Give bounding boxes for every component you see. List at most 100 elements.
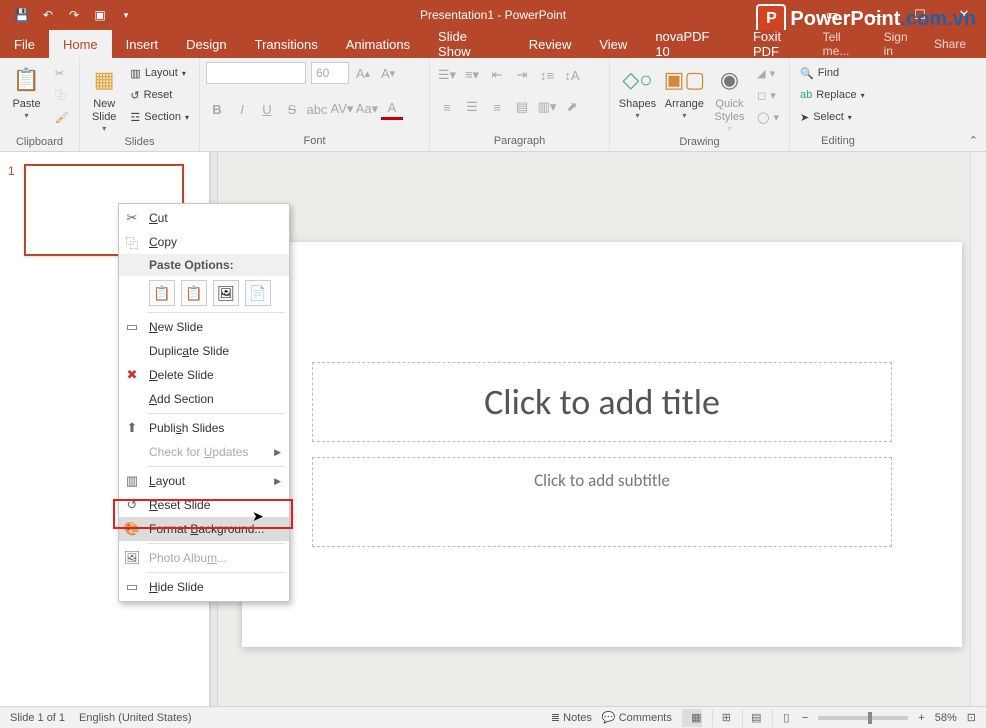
find-button[interactable]: 🔍Find [796, 62, 869, 84]
align-center-icon[interactable]: ☰ [461, 96, 483, 118]
ctx-cut[interactable]: ✂Cut [119, 206, 289, 230]
ctx-publish-slides[interactable]: ⬆Publish Slides [119, 416, 289, 440]
ctx-layout[interactable]: ▥Layout▶ [119, 469, 289, 493]
reset-button[interactable]: ↺Reset [126, 84, 193, 106]
paste-dest-theme-icon[interactable]: 📋 [149, 280, 175, 306]
ctx-copy[interactable]: ⿻Copy [119, 230, 289, 254]
ctx-hide-slide[interactable]: ▭Hide Slide [119, 575, 289, 599]
format-painter-button[interactable]: 🖌 [51, 106, 73, 128]
tab-transitions[interactable]: Transitions [241, 30, 332, 58]
shape-fill-button[interactable]: ◢▾ [753, 62, 783, 84]
comments-toggle[interactable]: 💬 Comments [602, 711, 672, 724]
status-language[interactable]: English (United States) [79, 712, 192, 724]
quick-styles-button[interactable]: ◉ Quick Styles ▾ [710, 62, 749, 134]
tell-me-text[interactable]: Tell me... [823, 30, 868, 58]
new-slide-button[interactable]: ▦ New Slide ▾ [86, 62, 122, 134]
tab-insert[interactable]: Insert [112, 30, 173, 58]
ctx-delete-slide[interactable]: ✖Delete Slide [119, 363, 289, 387]
copy-button[interactable]: ⿻ [51, 84, 73, 106]
tab-file[interactable]: File [0, 30, 49, 58]
tab-review[interactable]: Review [515, 30, 586, 58]
section-button[interactable]: ☲Section ▾ [126, 106, 193, 128]
tab-foxit[interactable]: Foxit PDF [739, 30, 823, 58]
zoom-level[interactable]: 58% [935, 712, 957, 724]
subtitle-placeholder[interactable]: Click to add subtitle [312, 457, 892, 547]
slide-editor-area[interactable]: Click to add title Click to add subtitle [218, 152, 986, 706]
decrease-font-icon[interactable]: A▾ [377, 62, 399, 84]
reset-icon: ↺ [130, 89, 139, 102]
paste-picture-icon[interactable]: 🖼 [213, 280, 239, 306]
slide-canvas[interactable]: Click to add title Click to add subtitle [242, 242, 962, 647]
underline-icon[interactable]: U [256, 98, 278, 120]
slide-sorter-view-icon[interactable]: ⊞ [712, 709, 732, 727]
font-color-icon[interactable]: A [381, 98, 403, 120]
shape-effects-button[interactable]: ◯▾ [753, 106, 783, 128]
arrange-button[interactable]: ▣▢ Arrange ▾ [663, 62, 706, 134]
select-button[interactable]: ➤Select ▾ [796, 106, 869, 128]
italic-icon[interactable]: I [231, 98, 253, 120]
tab-view[interactable]: View [585, 30, 641, 58]
zoom-out-icon[interactable]: − [802, 712, 808, 724]
replace-button[interactable]: abReplace ▾ [796, 84, 869, 106]
shape-outline-button[interactable]: ◻▾ [753, 84, 783, 106]
zoom-in-icon[interactable]: + [918, 712, 924, 724]
tab-animations[interactable]: Animations [332, 30, 424, 58]
notes-toggle[interactable]: ≣ Notes [551, 711, 592, 724]
ctx-duplicate-slide[interactable]: Duplicate Slide [119, 339, 289, 363]
reading-view-icon[interactable]: ▤ [742, 709, 762, 727]
paste-keep-source-icon[interactable]: 📋 [181, 280, 207, 306]
normal-view-icon[interactable]: ▦ [682, 709, 702, 727]
fit-to-window-icon[interactable]: ⊡ [967, 711, 976, 724]
align-left-icon[interactable]: ≡ [436, 96, 458, 118]
group-label-paragraph: Paragraph [436, 133, 603, 149]
font-family-input[interactable] [206, 62, 306, 84]
undo-icon[interactable]: ↶ [36, 3, 60, 27]
increase-indent-icon[interactable]: ⇥ [511, 64, 533, 86]
vertical-scrollbar[interactable] [970, 152, 986, 706]
qat-customize-icon[interactable]: ▾ [114, 3, 138, 27]
decrease-indent-icon[interactable]: ⇤ [486, 64, 508, 86]
collapse-ribbon-icon[interactable]: ⌃ [969, 134, 978, 147]
paste-text-only-icon[interactable]: 📄 [245, 280, 271, 306]
paste-button[interactable]: 📋 Paste ▾ [6, 62, 47, 134]
tab-slideshow[interactable]: Slide Show [424, 30, 515, 58]
strikethrough-icon[interactable]: S [281, 98, 303, 120]
title-placeholder[interactable]: Click to add title [312, 362, 892, 442]
zoom-slider[interactable] [818, 716, 908, 720]
bullets-icon[interactable]: ☰▾ [436, 64, 458, 86]
shadow-icon[interactable]: abc [306, 98, 328, 120]
save-icon[interactable]: 💾 [10, 3, 34, 27]
ctx-reset-slide[interactable]: ↺Reset Slide [119, 493, 289, 517]
tab-novapdf[interactable]: novaPDF 10 [641, 30, 739, 58]
ctx-add-section[interactable]: Add Section [119, 387, 289, 411]
redo-icon[interactable]: ↷ [62, 3, 86, 27]
justify-icon[interactable]: ▤ [511, 96, 533, 118]
start-from-beginning-icon[interactable]: ▣ [88, 3, 112, 27]
numbering-icon[interactable]: ≡▾ [461, 64, 483, 86]
shapes-button[interactable]: ◇○ Shapes ▾ [616, 62, 659, 134]
ctx-format-background[interactable]: 🎨Format Background... [119, 517, 289, 541]
bold-icon[interactable]: B [206, 98, 228, 120]
smartart-icon[interactable]: ⬈ [561, 96, 583, 118]
slideshow-view-icon[interactable]: ▯ [772, 709, 792, 727]
sign-in-link[interactable]: Sign in [884, 30, 918, 58]
delete-icon: ✖ [123, 366, 141, 384]
status-slide-info[interactable]: Slide 1 of 1 [10, 712, 65, 724]
font-size-input[interactable]: 60 [311, 62, 349, 84]
align-right-icon[interactable]: ≡ [486, 96, 508, 118]
tab-design[interactable]: Design [172, 30, 240, 58]
increase-font-icon[interactable]: A▴ [352, 62, 374, 84]
change-case-icon[interactable]: Aa▾ [356, 98, 378, 120]
window-title: Presentation1 - PowerPoint [420, 8, 566, 22]
ctx-new-slide[interactable]: ▭New Slide [119, 315, 289, 339]
layout-button[interactable]: ▥Layout ▾ [126, 62, 193, 84]
tab-home[interactable]: Home [49, 30, 112, 58]
brush-icon: 🖌 [55, 111, 69, 124]
line-spacing-icon[interactable]: ↕≡ [536, 64, 558, 86]
quick-access-toolbar: 💾 ↶ ↷ ▣ ▾ [0, 3, 138, 27]
text-direction-icon[interactable]: ↕A [561, 64, 583, 86]
char-spacing-icon[interactable]: AV▾ [331, 98, 353, 120]
columns-icon[interactable]: ▥▾ [536, 96, 558, 118]
share-button[interactable]: Share [934, 37, 966, 51]
cut-button[interactable]: ✂ [51, 62, 73, 84]
